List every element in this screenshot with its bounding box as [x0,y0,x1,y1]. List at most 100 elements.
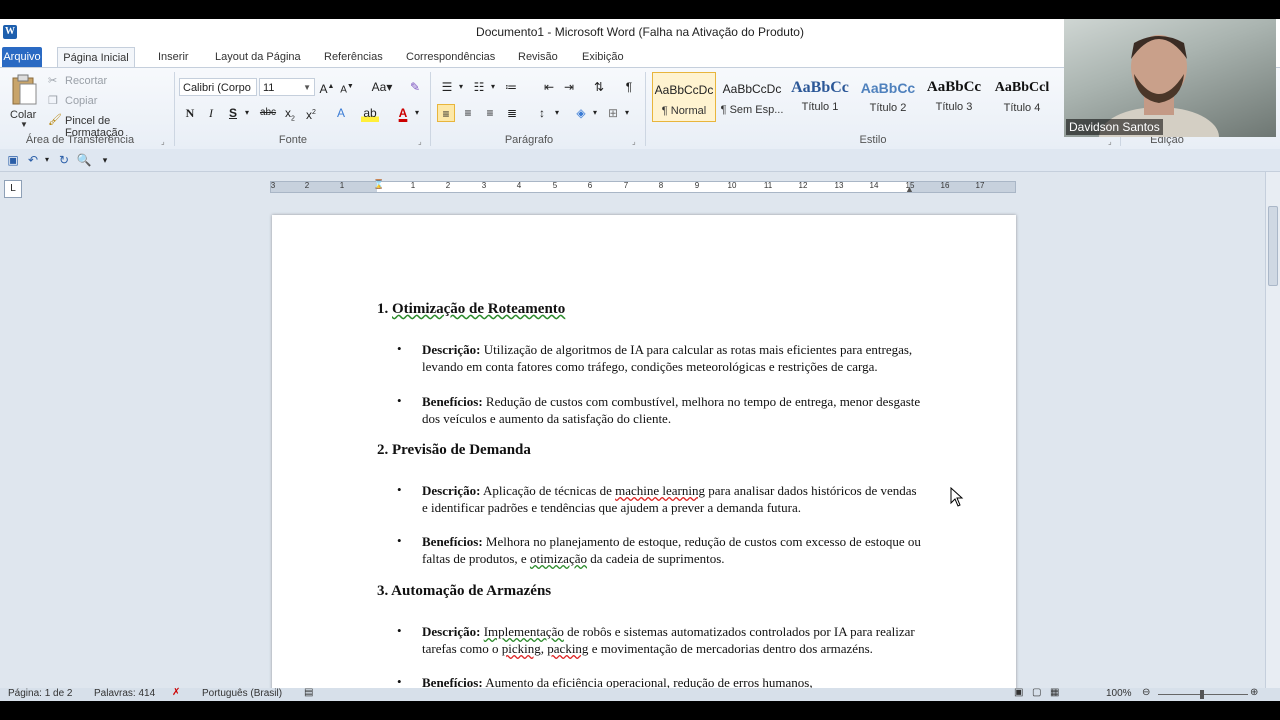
vertical-scrollbar[interactable] [1265,172,1280,701]
paste-icon [12,74,37,105]
ruler-right-margin [909,182,1015,192]
zoom-slider-thumb[interactable] [1200,690,1204,699]
style-titulo-4[interactable]: AaBbCcl Título 4 [990,72,1054,122]
line-spacing-dropdown-icon[interactable]: ▾ [548,104,566,122]
font-name-dropdown[interactable]: Calibri (Corpo [179,78,257,96]
bullets-dropdown-icon[interactable]: ▾ [452,78,470,96]
underline-dropdown-icon[interactable]: ▾ [238,104,256,122]
ruler-number: 4 [516,181,522,190]
styles-group-label: Estilo [859,134,887,146]
zoom-level[interactable]: 100% [1106,688,1132,699]
align-left-icon[interactable]: ≡ [437,104,455,122]
document-page[interactable]: 1. Otimização de Roteamento • Descrição:… [272,215,1016,701]
paste-button[interactable]: Colar ▼ [6,72,42,129]
list-item: Descrição: Implementação de robôs e sist… [422,623,922,657]
ruler-number: 1 [410,181,416,190]
web-layout-view-icon[interactable]: ▦ [1050,687,1059,698]
style-normal[interactable]: AaBbCcDc ¶ Normal [652,72,716,122]
highlight-icon[interactable]: ab [361,104,379,122]
grow-font-icon[interactable]: A▲ [318,78,336,96]
subscript-icon[interactable]: x2 [281,104,299,122]
superscript-icon[interactable]: x2 [302,104,320,122]
italic-icon[interactable]: I [202,104,220,122]
tab-exibicao[interactable]: Exibição [576,47,630,67]
ruler-number: 12 [798,181,808,190]
style-name: Título 2 [869,102,907,114]
redo-icon[interactable]: ↻ [55,151,73,169]
spelling-flagged-text[interactable]: picking [502,641,541,656]
ruler-number: 14 [869,181,879,190]
style-sem-espacamento[interactable]: AaBbCcDc ¶ Sem Esp... [720,72,784,122]
style-titulo-2[interactable]: AaBbCc Título 2 [856,72,920,122]
shading-dropdown-icon[interactable]: ▾ [586,104,604,122]
zoom-in-icon[interactable]: ⊕ [1250,687,1258,698]
font-launcher-icon[interactable]: ⌟ [418,137,422,146]
style-titulo-1[interactable]: AaBbCc Título 1 [788,72,852,122]
macro-icon[interactable]: ▤ [304,687,313,698]
undo-dropdown-icon[interactable]: ▾ [38,151,56,169]
print-preview-icon[interactable]: 🔍 [75,151,93,169]
spelling-flagged-text[interactable]: packing [547,641,588,656]
tab-layout[interactable]: Layout da Página [209,47,307,67]
borders-dropdown-icon[interactable]: ▾ [618,104,636,122]
show-marks-icon[interactable]: ¶ [620,78,638,96]
change-case-icon[interactable]: Aa▾ [370,78,394,96]
multilevel-list-icon[interactable]: ≔ [502,78,520,96]
tab-revisao[interactable]: Revisão [512,47,564,67]
mouse-cursor-icon [950,487,964,507]
paragraph-group-label: Parágrafo [504,134,554,146]
styles-launcher-icon[interactable]: ⌟ [1108,137,1112,146]
shrink-font-icon[interactable]: A▼ [338,78,356,96]
tab-pagina-inicial[interactable]: Página Inicial [57,47,135,68]
right-indent-marker-icon[interactable]: ▲ [905,184,914,194]
language[interactable]: Português (Brasil) [202,688,282,699]
grammar-flagged-text[interactable]: otimização [530,551,587,566]
clear-formatting-icon[interactable]: ✎ [406,78,424,96]
proofing-icon[interactable]: ✗ [172,687,180,698]
font-color-dropdown-icon[interactable]: ▾ [408,104,426,122]
paragraph-launcher-icon[interactable]: ⌟ [632,137,636,146]
justify-icon[interactable]: ≣ [503,104,521,122]
numbering-dropdown-icon[interactable]: ▾ [484,78,502,96]
ruler-number: 17 [975,181,985,190]
decrease-indent-icon[interactable]: ⇤ [540,78,558,96]
style-titulo-3[interactable]: AaBbCc Título 3 [922,72,986,122]
strikethrough-icon[interactable]: abc [257,104,279,122]
clipboard-launcher-icon[interactable]: ⌟ [161,137,165,146]
ruler-number: 2 [304,181,310,190]
zoom-out-icon[interactable]: ⊖ [1142,687,1150,698]
list-item: Descrição: Aplicação de técnicas de mach… [422,482,922,516]
paste-dropdown-icon[interactable]: ▼ [20,120,28,129]
style-name: Título 1 [801,101,839,113]
customize-toolbar-icon[interactable]: ▾ [96,151,114,169]
tab-selector-icon[interactable]: L [4,180,22,198]
bold-icon[interactable]: N [181,104,199,122]
align-right-icon[interactable]: ≡ [481,104,499,122]
full-screen-view-icon[interactable]: ▢ [1032,687,1041,698]
print-layout-view-icon[interactable]: ▣ [1014,687,1023,698]
sort-icon[interactable]: ⇅ [590,78,608,96]
grammar-flagged-text[interactable]: Implementação [484,624,564,639]
save-icon[interactable]: ▣ [4,151,22,169]
scissors-icon: ✂ [48,75,58,87]
tab-correspondencias[interactable]: Correspondências [400,47,501,67]
word-count[interactable]: Palavras: 414 [94,688,155,699]
font-size-dropdown[interactable]: 11 ▼ [259,78,315,96]
indent-marker-icon[interactable]: ⌛ [373,179,384,190]
increase-indent-icon[interactable]: ⇥ [560,78,578,96]
align-center-icon[interactable]: ≡ [459,104,477,122]
scrollbar-thumb[interactable] [1268,206,1278,286]
horizontal-ruler[interactable]: 3 2 1 1 2 3 4 5 6 7 8 9 10 11 12 13 14 1… [270,179,1016,194]
tab-arquivo[interactable]: Arquivo [2,47,42,67]
font-group-label: Fonte [278,134,308,146]
format-painter-button[interactable]: 🖌 Pincel de Formatação [46,112,171,139]
tab-referencias[interactable]: Referências [318,47,389,67]
quick-access-toolbar: ▣ ↶ ▾ ↻ 🔍 ▾ [0,149,1280,172]
spelling-flagged-text[interactable]: machine learning [615,483,705,498]
ruler-number: 16 [940,181,950,190]
tab-inserir[interactable]: Inserir [152,47,195,67]
cut-button[interactable]: ✂ Recortar [46,72,156,90]
copy-button[interactable]: ❐ Copiar [46,92,156,110]
text-effects-icon[interactable]: A [332,104,350,122]
page-count[interactable]: Página: 1 de 2 [8,688,73,699]
